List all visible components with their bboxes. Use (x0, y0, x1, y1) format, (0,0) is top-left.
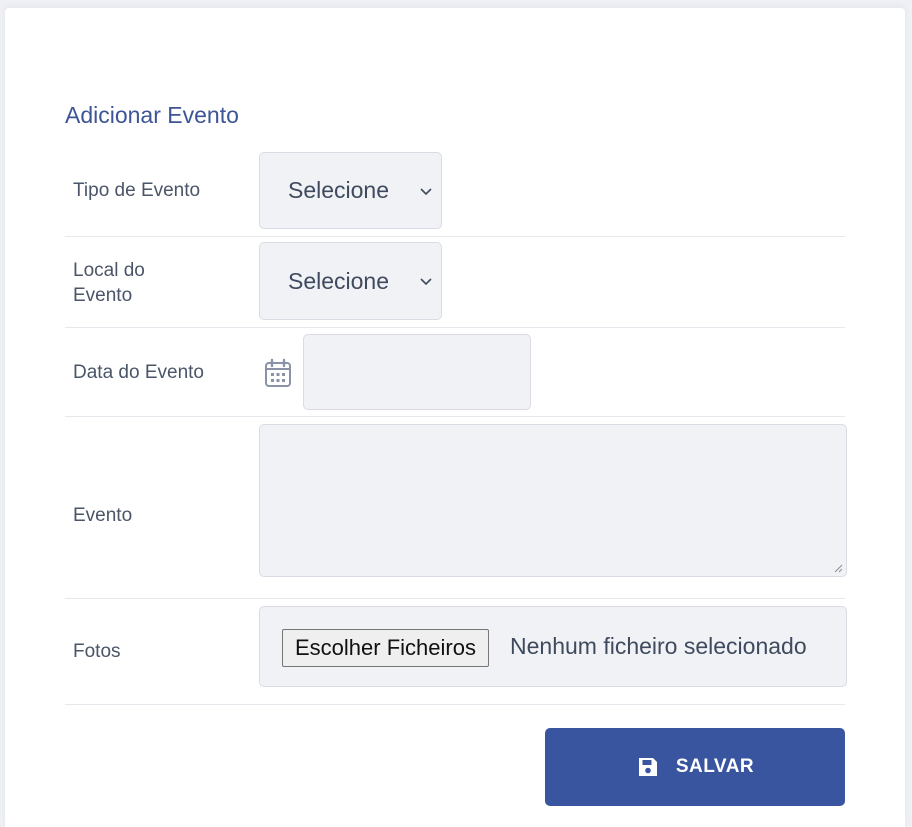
calendar-icon (265, 358, 291, 387)
event-type-select[interactable]: Selecione (259, 152, 442, 229)
file-status-text: Nenhum ficheiro selecionado (510, 633, 807, 659)
event-location-label-line1: Local do (73, 260, 145, 281)
photos-file-input[interactable]: Escolher Ficheiros Nenhum ficheiro selec… (259, 606, 847, 687)
event-location-label-line2: Evento (73, 285, 133, 306)
row-photos: Fotos Escolher Ficheiros Nenhum ficheiro… (65, 598, 847, 705)
row-event-text: Evento (65, 416, 847, 599)
choose-files-button[interactable]: Escolher Ficheiros (282, 629, 489, 667)
event-location-label: Local do Evento (73, 258, 145, 308)
resize-handle-icon[interactable] (833, 563, 843, 573)
event-text-label: Evento (73, 505, 133, 526)
row-event-location: Local do Evento Selecione (65, 236, 845, 328)
event-type-label: Tipo de Evento (73, 180, 201, 201)
chevron-down-icon (420, 187, 432, 195)
save-button-label: SALVAR (675, 756, 755, 777)
photos-label: Fotos (73, 641, 121, 662)
row-event-date: Data do Evento (65, 327, 845, 417)
event-date-input[interactable] (303, 334, 531, 410)
event-textarea[interactable] (259, 424, 847, 577)
form-card: Adicionar Evento Tipo de Evento Selecion… (5, 8, 905, 827)
floppy-disk-icon (638, 758, 657, 776)
save-button[interactable]: SALVAR (545, 728, 845, 806)
event-location-select[interactable]: Selecione (259, 242, 442, 320)
event-date-label: Data do Evento (73, 362, 204, 383)
form-title: Adicionar Evento (65, 102, 239, 128)
event-location-selected: Selecione (288, 267, 390, 294)
event-type-selected: Selecione (288, 177, 390, 203)
chevron-down-icon (420, 278, 432, 286)
row-event-type: Tipo de Evento Selecione (65, 148, 845, 237)
